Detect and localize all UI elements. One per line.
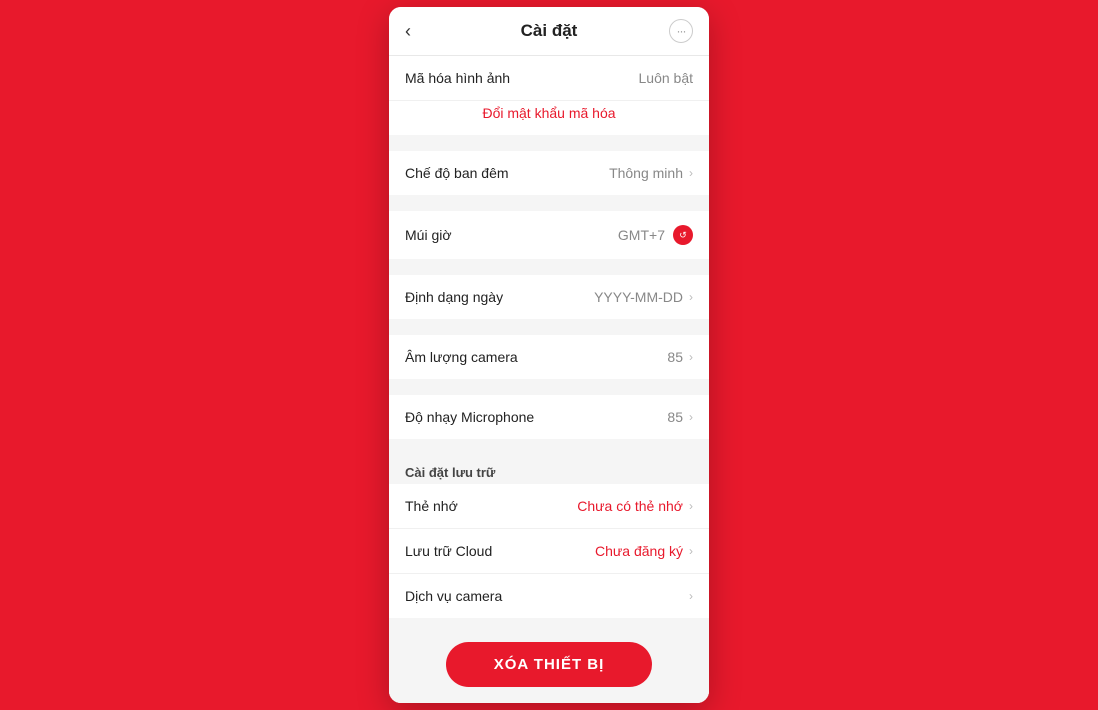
night-mode-label: Chế độ ban đêm <box>405 165 509 181</box>
divider-6 <box>389 447 709 455</box>
encryption-label: Mã hóa hình ảnh <box>405 70 510 86</box>
camera-service-label: Dịch vụ camera <box>405 588 502 604</box>
storage-section-header: Cài đặt lưu trữ <box>389 455 709 484</box>
divider-5 <box>389 387 709 395</box>
date-format-row[interactable]: Định dạng ngày YYYY-MM-DD › <box>389 275 709 319</box>
memory-card-chevron: › <box>689 499 693 513</box>
night-mode-section: Chế độ ban đêm Thông minh › <box>389 151 709 195</box>
timezone-label: Múi giờ <box>405 227 452 243</box>
timezone-row[interactable]: Múi giờ GMT+7 ↺ <box>389 211 709 259</box>
date-format-value: YYYY-MM-DD <box>594 289 683 305</box>
divider-1 <box>389 143 709 151</box>
settings-header: ‹ Cài đặt ··· <box>389 7 709 56</box>
storage-section: Thẻ nhớ Chưa có thẻ nhớ › Lưu trữ Cloud … <box>389 484 709 618</box>
cloud-storage-value-container: Chưa đăng ký › <box>595 543 693 559</box>
encryption-section: Mã hóa hình ảnh Luôn bật Đổi mật khẩu mã… <box>389 56 709 135</box>
divider-2 <box>389 203 709 211</box>
camera-volume-chevron: › <box>689 350 693 364</box>
date-format-value-container: YYYY-MM-DD › <box>594 289 693 305</box>
date-format-section: Định dạng ngày YYYY-MM-DD › <box>389 275 709 319</box>
timezone-value-container: GMT+7 ↺ <box>618 225 693 245</box>
cloud-storage-label: Lưu trữ Cloud <box>405 543 492 559</box>
camera-volume-value-container: 85 › <box>667 349 693 365</box>
cloud-storage-row[interactable]: Lưu trữ Cloud Chưa đăng ký › <box>389 529 709 574</box>
memory-card-row[interactable]: Thẻ nhớ Chưa có thẻ nhớ › <box>389 484 709 529</box>
dots-icon: ··· <box>677 24 686 38</box>
memory-card-value: Chưa có thẻ nhớ <box>577 498 683 514</box>
memory-card-label: Thẻ nhớ <box>405 498 458 514</box>
night-mode-value: Thông minh <box>609 165 683 181</box>
cloud-storage-chevron: › <box>689 544 693 558</box>
camera-service-chevron: › <box>689 589 693 603</box>
camera-volume-label: Âm lượng camera <box>405 349 518 365</box>
delete-button-container: XÓA THIẾT BỊ <box>389 626 709 703</box>
divider-3 <box>389 267 709 275</box>
timezone-badge-icon: ↺ <box>679 230 687 241</box>
memory-card-value-container: Chưa có thẻ nhớ › <box>577 498 693 514</box>
microphone-value: 85 <box>667 409 683 425</box>
night-mode-row[interactable]: Chế độ ban đêm Thông minh › <box>389 151 709 195</box>
encryption-value: Luôn bật <box>639 70 694 86</box>
settings-content: Mã hóa hình ảnh Luôn bật Đổi mật khẩu mã… <box>389 56 709 703</box>
microphone-value-container: 85 › <box>667 409 693 425</box>
change-password-link[interactable]: Đổi mật khẩu mã hóa <box>389 101 709 135</box>
microphone-row[interactable]: Độ nhạy Microphone 85 › <box>389 395 709 439</box>
timezone-badge: ↺ <box>673 225 693 245</box>
camera-volume-value: 85 <box>667 349 683 365</box>
microphone-label: Độ nhạy Microphone <box>405 409 534 425</box>
date-format-label: Định dạng ngày <box>405 289 503 305</box>
camera-service-value-container: › <box>687 589 693 603</box>
phone-container: ‹ Cài đặt ··· Mã hóa hình ảnh Luôn bật Đ… <box>389 7 709 703</box>
delete-device-button[interactable]: XÓA THIẾT BỊ <box>446 642 653 687</box>
more-options-button[interactable]: ··· <box>669 19 693 43</box>
camera-volume-section: Âm lượng camera 85 › <box>389 335 709 379</box>
microphone-chevron: › <box>689 410 693 424</box>
back-button[interactable]: ‹ <box>405 21 411 42</box>
night-mode-chevron: › <box>689 166 693 180</box>
encryption-row[interactable]: Mã hóa hình ảnh Luôn bật <box>389 56 709 101</box>
camera-service-row[interactable]: Dịch vụ camera › <box>389 574 709 618</box>
divider-4 <box>389 327 709 335</box>
page-title: Cài đặt <box>521 21 578 41</box>
microphone-section: Độ nhạy Microphone 85 › <box>389 395 709 439</box>
night-mode-value-container: Thông minh › <box>609 165 693 181</box>
cloud-storage-value: Chưa đăng ký <box>595 543 683 559</box>
date-format-chevron: › <box>689 290 693 304</box>
timezone-value: GMT+7 <box>618 227 665 243</box>
camera-volume-row[interactable]: Âm lượng camera 85 › <box>389 335 709 379</box>
timezone-section: Múi giờ GMT+7 ↺ <box>389 211 709 259</box>
